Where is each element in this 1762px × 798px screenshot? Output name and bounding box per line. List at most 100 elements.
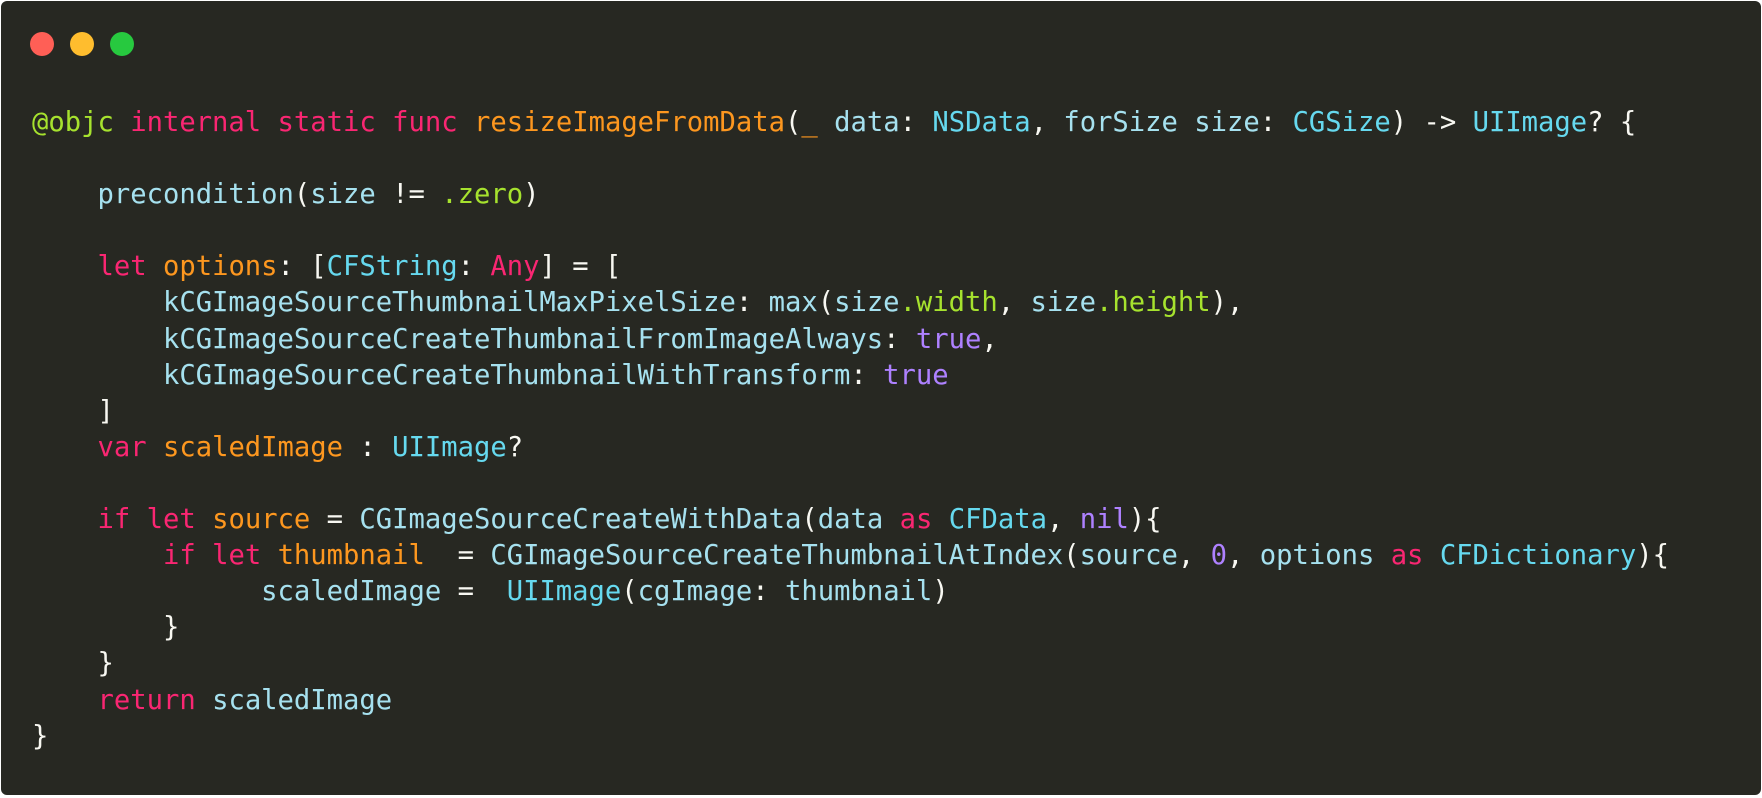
code-keyword: return <box>97 684 196 716</box>
code-punctuation <box>1423 540 1439 571</box>
code-punctuation: , <box>1177 540 1211 572</box>
code-line: ] <box>32 394 1669 430</box>
code-punctuation <box>32 432 97 463</box>
code-punctuation <box>196 540 212 571</box>
code-literal: true <box>915 323 982 355</box>
code-punctuation: : <box>850 359 884 391</box>
code-member: .zero <box>441 179 524 211</box>
code-punctuation: ) <box>932 576 949 608</box>
code-type: NSData <box>932 107 1031 138</box>
code-punctuation: ){ <box>1636 540 1669 572</box>
code-identifier: cgImage <box>637 576 753 608</box>
code-punctuation: ] <box>32 395 114 427</box>
code-punctuation: ( <box>785 107 802 138</box>
code-punctuation: : <box>735 287 769 319</box>
code-punctuation: ), <box>1210 287 1244 319</box>
code-attribute: @objc <box>32 107 114 138</box>
code-keyword: internal <box>130 107 262 138</box>
code-line: return scaledImage <box>32 683 1669 719</box>
code-parameter: _ <box>801 107 818 138</box>
code-literal: nil <box>1079 504 1129 536</box>
code-punctuation: : <box>1259 107 1293 138</box>
code-punctuation: ( <box>293 179 311 211</box>
code-punctuation: , <box>997 287 1031 319</box>
code-punctuation <box>1374 540 1390 571</box>
code-identifier: data <box>834 107 900 138</box>
code-identifier: kCGImageSourceCreateThumbnailWithTransfo… <box>162 359 851 391</box>
code-type: CFData <box>948 504 1047 536</box>
close-dot-icon[interactable] <box>30 32 54 56</box>
code-member: .width <box>899 287 998 319</box>
code-type: CFString <box>326 251 458 283</box>
code-punctuation: : <box>457 251 491 283</box>
zoom-dot-icon[interactable] <box>110 32 134 56</box>
code-identifier: CGImageSourceCreateThumbnailAtIndex <box>490 540 1064 572</box>
code-declaration-name: resizeImageFromData <box>474 107 785 138</box>
code-identifier: size <box>834 287 900 319</box>
code-punctuation <box>147 251 163 282</box>
code-punctuation: } <box>32 612 180 644</box>
code-punctuation <box>1178 107 1194 138</box>
code-punctuation <box>32 179 97 210</box>
code-punctuation <box>32 287 163 318</box>
code-identifier: size <box>310 179 376 211</box>
code-keyword: as <box>1390 540 1424 572</box>
code-punctuation <box>32 685 97 716</box>
code-punctuation <box>32 504 97 535</box>
code-identifier: scaledImage <box>261 576 442 608</box>
code-punctuation: } <box>32 648 114 680</box>
code-keyword: static <box>277 107 376 138</box>
code-punctuation <box>932 504 948 535</box>
code-punctuation <box>32 576 261 607</box>
code-punctuation: : <box>343 431 393 463</box>
code-punctuation <box>261 107 277 138</box>
code-punctuation: ( <box>621 576 638 608</box>
code-type: UIImage <box>506 576 622 608</box>
code-punctuation <box>32 540 163 571</box>
code-keyword: Any <box>490 251 540 283</box>
code-line: kCGImageSourceCreateThumbnailWithTransfo… <box>32 358 1669 394</box>
code-punctuation <box>32 324 163 355</box>
code-keyword: func <box>392 107 458 138</box>
code-punctuation: ? <box>506 431 524 463</box>
code-punctuation: , <box>1030 107 1064 138</box>
code-punctuation: , <box>981 323 998 355</box>
code-declaration-name: options <box>162 251 278 283</box>
code-literal: 0 <box>1210 540 1227 572</box>
code-declaration-name: scaledImage <box>162 431 344 463</box>
code-punctuation: = <box>310 504 360 536</box>
code-block: @objc internal static func resizeImageFr… <box>32 105 1669 755</box>
code-punctuation <box>196 685 212 716</box>
code-punctuation <box>883 504 899 535</box>
code-identifier: kCGImageSourceCreateThumbnailFromImageAl… <box>162 323 884 355</box>
code-line: } <box>32 719 1669 755</box>
code-line: var scaledImage : UIImage? <box>32 430 1669 466</box>
code-keyword: if <box>162 540 196 572</box>
code-line: if let source = CGImageSourceCreateWithD… <box>32 502 1669 538</box>
code-punctuation: , <box>1046 504 1080 536</box>
code-keyword: var <box>97 431 147 463</box>
code-identifier: source <box>1079 540 1178 572</box>
code-punctuation: : <box>883 323 916 355</box>
code-line: @objc internal static func resizeImageFr… <box>32 105 1669 141</box>
code-punctuation: ] = [ <box>539 251 622 283</box>
code-identifier: forSize <box>1063 107 1178 138</box>
code-punctuation: = <box>424 540 491 572</box>
code-punctuation <box>114 107 130 138</box>
code-identifier: precondition <box>97 179 294 211</box>
code-literal: true <box>883 359 949 391</box>
code-line: } <box>32 646 1669 682</box>
code-type: UIImage <box>1472 107 1588 138</box>
code-identifier: kCGImageSourceThumbnailMaxPixelSize <box>162 287 736 319</box>
code-line: scaledImage = UIImage(cgImage: thumbnail… <box>32 574 1669 610</box>
minimize-dot-icon[interactable] <box>70 32 94 56</box>
code-keyword: let <box>97 251 147 283</box>
code-punctuation: : <box>899 107 933 138</box>
code-punctuation: ){ <box>1128 504 1162 536</box>
code-declaration-name: source <box>212 504 311 536</box>
code-line: let options: [CFString: Any] = [ <box>32 249 1669 285</box>
code-line: if let thumbnail = CGImageSourceCreateTh… <box>32 538 1669 574</box>
